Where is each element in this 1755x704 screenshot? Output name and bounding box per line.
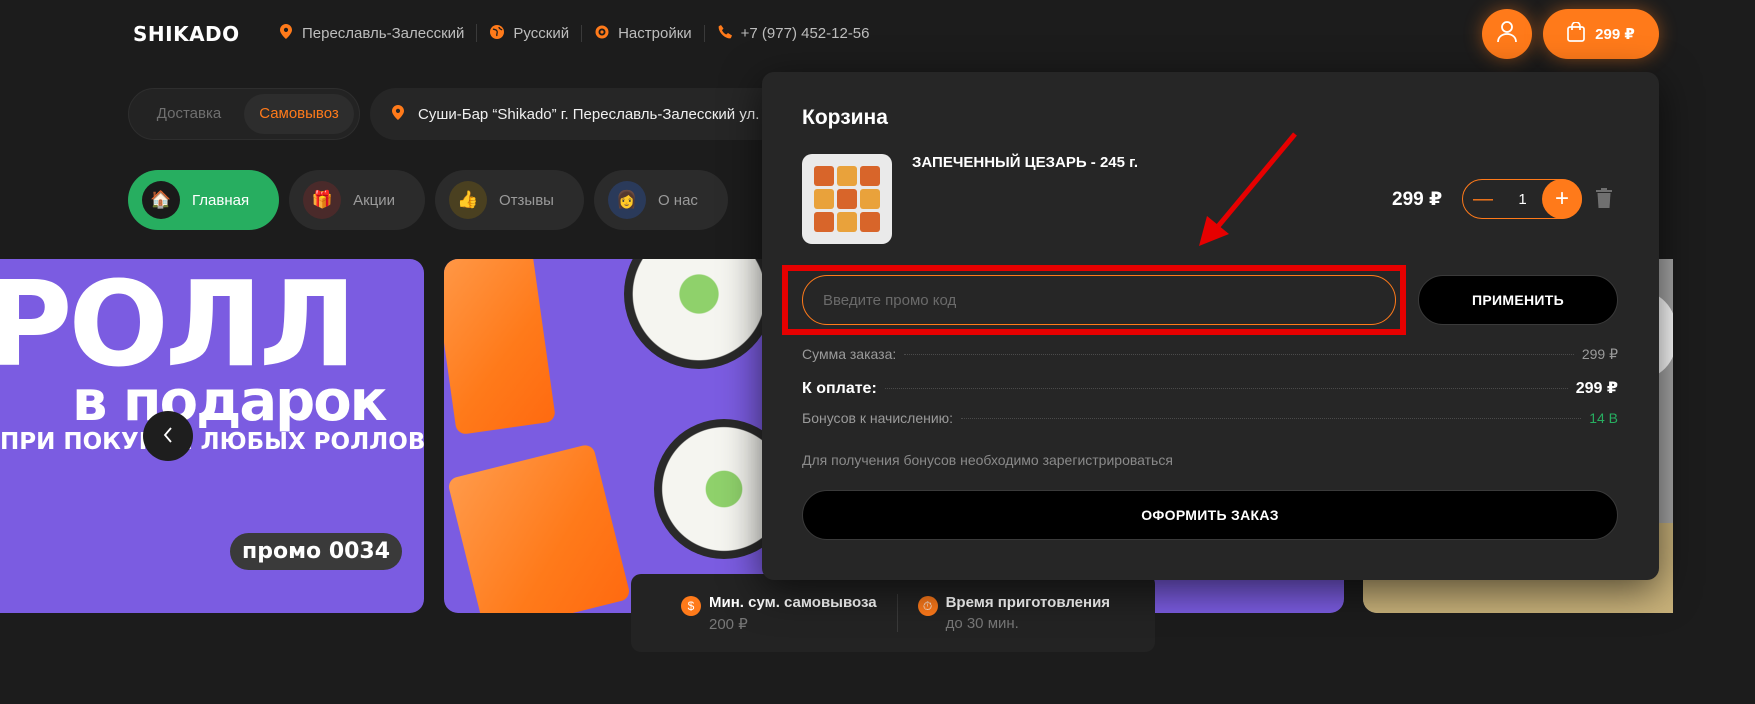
phone-number: +7 (977) 452-12-56 (740, 24, 870, 42)
shopping-bag-icon (1567, 21, 1586, 46)
banner-promo-code: промо 0034 (230, 533, 403, 570)
gift-icon: 🎁 (303, 181, 342, 219)
cart-total: 299 ₽ (1595, 26, 1635, 43)
category-reviews[interactable]: 👍 Отзывы (435, 170, 584, 230)
banner-tagline: ПРИ ПОКУПКЕ ЛЮБЫХ РОЛЛОВ (0, 429, 424, 455)
order-sum-label: Сумма заказа: (802, 346, 897, 362)
salmon-piece-image (444, 259, 557, 436)
logo[interactable]: SHIKADO (133, 22, 240, 46)
category-label: Отзывы (499, 191, 554, 209)
phone-icon (717, 24, 733, 42)
globe-icon (489, 24, 505, 42)
bonus-label: Бонусов к начислению: (802, 410, 954, 426)
checkout-button[interactable]: ОФОРМИТЬ ЗАКАЗ (802, 490, 1618, 540)
pickup-info-box: $ Мин. сум. самовывоза 200 ₽ ⏱ Время при… (631, 574, 1155, 652)
profile-button[interactable] (1482, 9, 1532, 59)
sushi-roll-image (624, 259, 774, 369)
decrease-quantity-button[interactable]: — (1463, 188, 1503, 211)
category-label: Акции (353, 191, 396, 209)
location-pin-icon (392, 104, 404, 124)
category-about[interactable]: 👩 О нас (593, 170, 728, 230)
banner-subheadline: в подарок (72, 369, 388, 434)
salmon-piece-image (446, 443, 632, 613)
order-sum-value: 299 ₽ (1581, 346, 1618, 362)
category-nav: 🏠 Главная 🎁 Акции 👍 Отзывы 👩 О нас (128, 170, 728, 230)
cart-item-price: 299 ₽ (1392, 189, 1443, 210)
prep-time-label: Время приготовления (945, 594, 1111, 611)
settings-label: Настройки (618, 24, 692, 42)
order-sum-row: Сумма заказа: 299 ₽ (802, 346, 1618, 363)
home-icon: 🏠 (142, 181, 180, 219)
quantity-value: 1 (1518, 190, 1527, 208)
min-sum-info: $ Мин. сум. самовывоза 200 ₽ (631, 594, 877, 633)
apply-promo-button[interactable]: ПРИМЕНИТЬ (1418, 275, 1618, 325)
user-icon (1497, 20, 1517, 48)
person-icon: 👩 (607, 181, 646, 219)
cart-title: Корзина (802, 106, 888, 129)
language-label: Русский (513, 24, 570, 42)
pickup-address-selector[interactable]: Суши-Бар “Shikado” г. Переславль-Залесск… (370, 88, 790, 140)
prep-time-info: ⏱ Время приготовления до 30 мин. (896, 594, 1111, 632)
bonus-row: Бонусов к начислению: 14 B (802, 410, 1618, 426)
category-home[interactable]: 🏠 Главная (128, 170, 280, 230)
remove-item-icon[interactable] (1596, 188, 1612, 208)
cart-item-image (802, 154, 892, 244)
top-nav: Переславль-Залесский Русский Настройки +… (278, 24, 882, 42)
pickup-address: Суши-Бар “Shikado” г. Переславль-Залесск… (418, 105, 760, 123)
cart-button[interactable]: 299 ₽ (1543, 9, 1659, 59)
phone-link[interactable]: +7 (977) 452-12-56 (705, 24, 882, 42)
language-selector[interactable]: Русский (477, 24, 583, 42)
category-label: Главная (192, 191, 250, 209)
bonus-value: 14 B (1589, 410, 1618, 426)
to-pay-label: К оплате: (802, 380, 877, 397)
location-pin-icon (278, 24, 294, 42)
gear-icon (594, 25, 610, 42)
slider-prev-button[interactable] (143, 411, 193, 461)
category-label: О нас (657, 191, 698, 209)
prep-time-value: до 30 мин. (945, 615, 1019, 632)
city-label: Переславль-Залесский (302, 24, 465, 42)
banner-headline: РОЛЛ (0, 259, 357, 393)
cart-item-name: ЗАПЕЧЕННЫЙ ЦЕЗАРЬ - 245 г. (912, 154, 1139, 171)
delivery-option[interactable]: Доставка (134, 94, 244, 134)
promo-banner-slide[interactable]: РОЛЛ в подарок ПРИ ПОКУПКЕ ЛЮБЫХ РОЛЛОВ … (0, 259, 424, 613)
thumbs-up-icon: 👍 (449, 181, 488, 219)
chevron-left-icon (163, 423, 173, 449)
to-pay-row: К оплате: 299 ₽ (802, 378, 1618, 398)
delivery-mode-toggle: Доставка Самовывоз (128, 88, 360, 140)
timer-icon: ⏱ (917, 596, 938, 616)
increase-quantity-button[interactable]: + (1542, 179, 1582, 219)
annotation-highlight-box (782, 265, 1406, 335)
quantity-stepper: — 1 + (1462, 179, 1582, 219)
coin-icon: $ (681, 595, 701, 616)
settings-link[interactable]: Настройки (582, 24, 705, 42)
category-promotions[interactable]: 🎁 Акции (289, 170, 426, 230)
bonus-note: Для получения бонусов необходимо зарегис… (802, 452, 1173, 468)
min-sum-label: Мин. сум. самовывоза (709, 593, 877, 611)
to-pay-value: 299 ₽ (1575, 380, 1618, 397)
city-selector[interactable]: Переславль-Залесский (278, 24, 478, 42)
min-sum-value: 200 ₽ (709, 615, 748, 633)
pickup-option[interactable]: Самовывоз (244, 94, 354, 134)
annotation-arrow-icon (1199, 132, 1297, 246)
